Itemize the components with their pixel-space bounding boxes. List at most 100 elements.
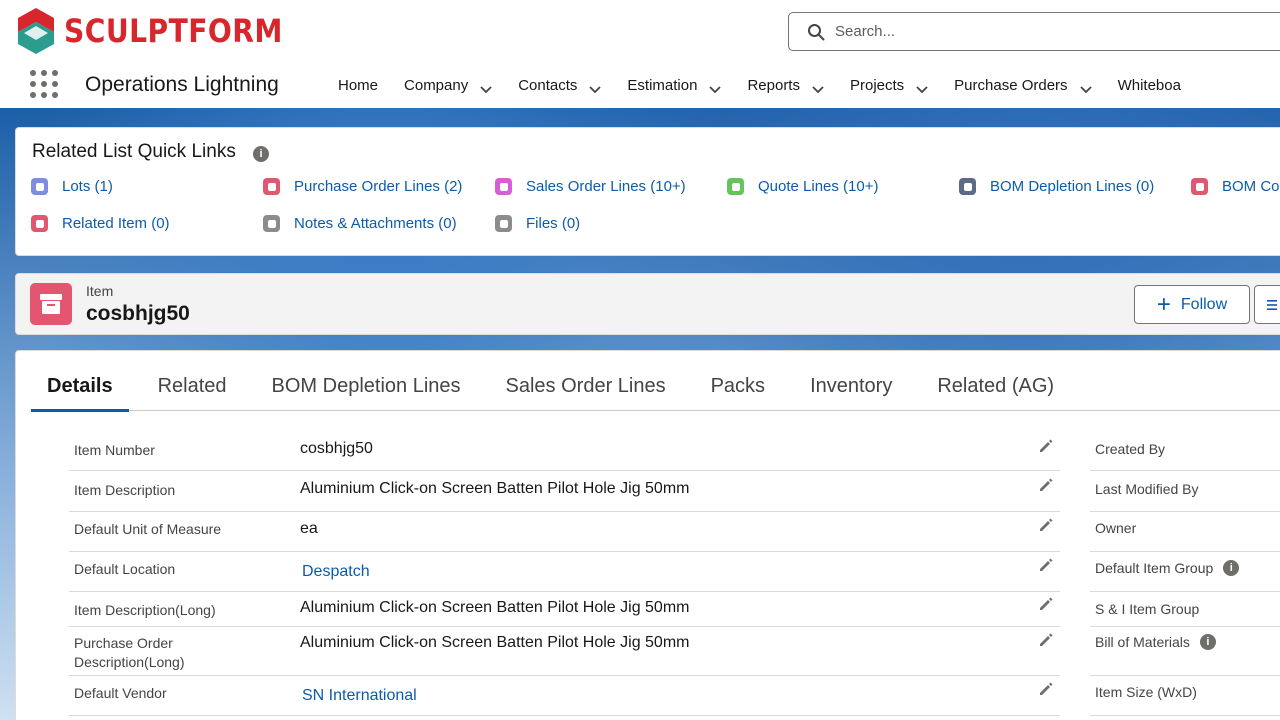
chevron-down-icon[interactable] [480,81,492,94]
related-item-icon [31,215,48,232]
field-bill-of-materials: Bill of Materials i [1090,627,1280,676]
field-value: ea [300,520,318,537]
nav-tab-contacts[interactable]: Contacts [518,62,602,108]
app-navigation: Operations Lightning Home Company Contacts… [0,62,1280,108]
record-name: cosbhjg50 [86,302,190,325]
nav-tab-whiteboa[interactable]: Whiteboa [1118,62,1181,108]
info-icon[interactable]: i [1199,634,1216,650]
field-value-link[interactable]: Despatch [302,563,370,581]
edit-pencil-icon[interactable] [1038,632,1054,648]
field-label-text: Item Size (WxD) [1095,684,1197,700]
field-label: Item Description(Long) [74,602,216,618]
nav-tab-label: Purchase Orders [954,76,1068,94]
info-icon[interactable]: i [253,146,269,162]
field-created-by: Created By [1090,431,1280,471]
lots-icon [31,178,48,195]
quick-link-label: Related Item (0) [62,215,170,232]
quick-link-label: BOM Depletion Lines (0) [990,178,1155,195]
tab-bom-depletion-lines[interactable]: BOM Depletion Lines [256,371,477,411]
quick-link-label: Files (0) [526,215,581,232]
plus-icon: + [1156,290,1171,318]
edit-pencil-icon[interactable] [1038,596,1054,612]
quick-link-files[interactable]: Files (0) [495,215,580,232]
nav-tab-projects[interactable]: Projects [850,62,928,108]
tab-inventory[interactable]: Inventory [794,371,908,411]
tab-packs[interactable]: Packs [695,371,781,411]
field-label: Item Description [74,482,176,498]
nav-tab-home[interactable]: Home [338,62,378,108]
more-actions-button[interactable] [1254,285,1280,324]
field-item-description-long: Item Description(Long) Aluminium Click-on… [69,592,1060,627]
tab-related-ag[interactable]: Related (AG) [921,371,1070,411]
chevron-down-icon[interactable] [916,81,928,94]
edit-pencil-icon[interactable] [1038,557,1054,573]
chevron-down-icon[interactable] [812,81,824,94]
field-label: Owner [1095,520,1136,536]
quick-link-label: Lots (1) [62,178,113,195]
field-label: Purchase Order Description(Long) [74,635,185,670]
field-label-text: Bill of Materials [1095,634,1190,650]
quick-link-bom-co[interactable]: BOM Co [1191,178,1280,195]
edit-pencil-icon[interactable] [1038,438,1054,454]
quick-link-sales-order-lines[interactable]: Sales Order Lines (10+) [495,178,686,195]
related-list-quick-links: Related List Quick Links i Lots (1) Purch… [15,127,1280,256]
notes-icon [263,215,280,232]
item-object-icon [30,283,72,325]
record-highlights: Item cosbhjg50 + Follow [15,273,1280,335]
field-last-modified-by: Last Modified By [1090,471,1280,512]
field-label: Last Modified By [1095,481,1199,497]
quick-link-related-item[interactable]: Related Item (0) [31,215,170,232]
field-label: Default Location [74,561,176,577]
field-label: Bill of Materials i [1095,634,1216,650]
follow-label: Follow [1180,295,1228,313]
quick-link-bom-depletion-lines[interactable]: BOM Depletion Lines (0) [959,178,1154,195]
edit-pencil-icon[interactable] [1038,517,1054,533]
chevron-down-icon[interactable] [709,81,722,94]
field-label-text: Last Modified By [1095,481,1199,497]
follow-button[interactable]: + Follow [1134,285,1250,324]
chevron-down-icon[interactable] [589,81,602,94]
field-purchase-order-description-long: Purchase Order Description(Long) Aluminiu… [69,627,1060,676]
field-default-location: Default Location Despatch [69,552,1060,592]
app-launcher-icon[interactable] [30,70,58,98]
nav-tab-reports[interactable]: Reports [747,62,824,108]
quick-links-title: Related List Quick Links [32,141,236,162]
quick-link-notes-attachments[interactable]: Notes & Attachments (0) [263,215,457,232]
field-label: Default Item Group i [1095,560,1240,576]
tab-details[interactable]: Details [31,371,129,412]
nav-tab-label: Company [404,76,469,94]
quick-link-purchase-order-lines[interactable]: Purchase Order Lines (2) [263,178,462,195]
tab-related[interactable]: Related [142,371,243,411]
edit-pencil-icon[interactable] [1038,681,1054,697]
nav-tab-label: Projects [849,76,905,94]
archive-icon [40,294,62,314]
app-name: Operations Lightning [85,73,279,96]
field-value-link[interactable]: SN International [302,687,417,705]
tab-sales-order-lines[interactable]: Sales Order Lines [490,371,682,411]
wrench-icon [959,178,976,195]
nav-tab-label: Reports [747,76,800,94]
quick-link-quote-lines[interactable]: Quote Lines (10+) [727,178,879,195]
field-label-text: S & I Item Group [1095,601,1200,617]
nav-tab-purchase-orders[interactable]: Purchase Orders [954,62,1092,108]
brand-logo[interactable]: SCULPTFORM [18,8,313,54]
nav-tab-company[interactable]: Company [404,62,492,108]
edit-pencil-icon[interactable] [1038,477,1054,493]
field-default-vendor: Default Vendor SN International [69,676,1060,716]
quick-link-label: BOM Co [1222,178,1280,195]
quick-link-lots[interactable]: Lots (1) [31,178,113,195]
quick-link-label: Quote Lines (10+) [758,178,879,195]
field-label-text: Default Item Group [1095,560,1214,576]
sculptform-logo-icon [18,8,54,54]
files-icon [495,215,512,232]
global-search[interactable] [788,12,1280,51]
info-icon[interactable]: i [1223,560,1240,576]
quick-link-label: Sales Order Lines (10+) [526,178,686,195]
record-detail-card: Details Related BOM Depletion Lines Sales O… [15,350,1280,720]
quote-icon [727,178,744,195]
chevron-down-icon[interactable] [1079,81,1092,94]
field-owner: Owner [1090,512,1280,552]
search-input[interactable] [835,23,1235,40]
object-type-label: Item [86,283,114,299]
nav-tab-estimation[interactable]: Estimation [627,62,722,108]
